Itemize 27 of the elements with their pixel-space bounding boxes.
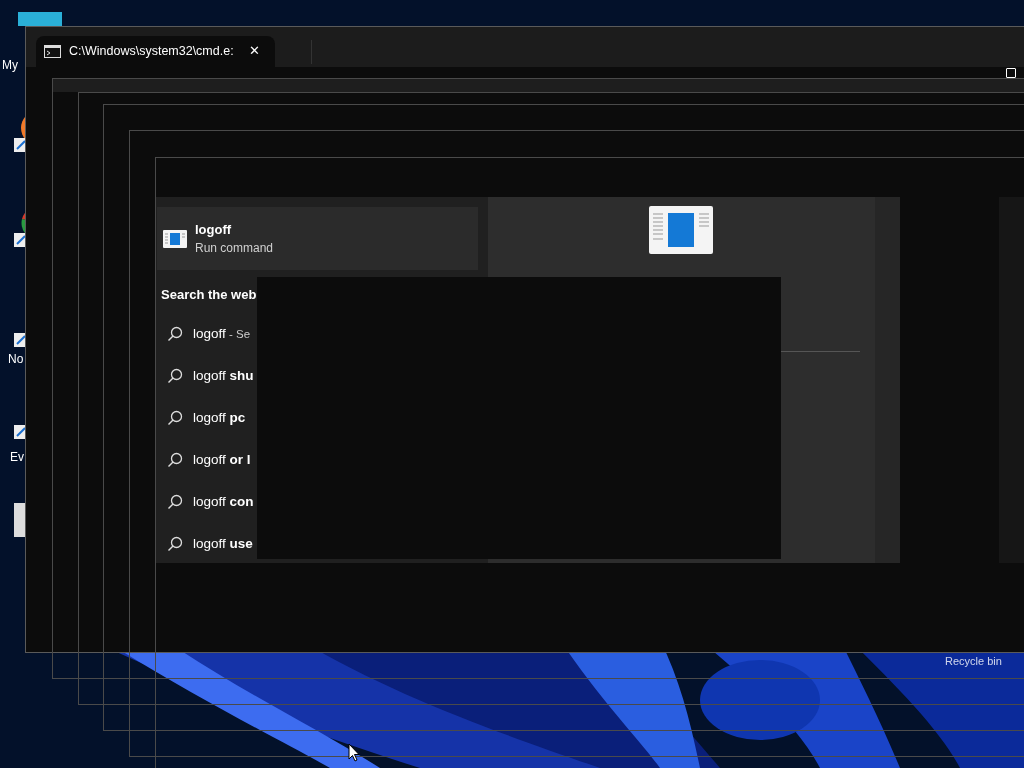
- search-icon: [167, 326, 183, 342]
- result-title: logoff: [195, 220, 233, 239]
- console-icon: [44, 45, 61, 58]
- search-icon: [167, 536, 183, 552]
- result-text: logoff - Se: [193, 324, 251, 343]
- search-icon: [167, 494, 183, 510]
- search-icon: [167, 368, 183, 384]
- desktop-icon-label: My: [2, 58, 18, 73]
- best-match-item[interactable]: logoff Run command: [157, 207, 478, 270]
- result-text: logoff con: [193, 492, 254, 511]
- result-subtitle: Run command: [195, 239, 274, 257]
- mouse-pointer-icon: [348, 743, 360, 762]
- document-icon: [649, 206, 713, 254]
- search-icon: [167, 410, 183, 426]
- recycle-bin-label: Recycle bin: [945, 655, 1002, 667]
- result-text: logoff shu: [193, 366, 254, 385]
- run-command-icon: [163, 229, 187, 248]
- result-text: logoff or l: [193, 450, 251, 469]
- result-text: logoff use: [193, 534, 253, 553]
- result-text: logoff pc: [193, 408, 246, 427]
- close-button[interactable]: ✕: [244, 42, 264, 60]
- maximize-icon[interactable]: [1006, 68, 1016, 78]
- tab-title: C:\Windows\system32\cmd.e:: [69, 43, 234, 61]
- section-heading: Search the web: [161, 286, 257, 304]
- desktop-icon-label: Ev: [10, 450, 24, 465]
- search-icon: [167, 452, 183, 468]
- desktop-icon-label: No: [8, 352, 24, 367]
